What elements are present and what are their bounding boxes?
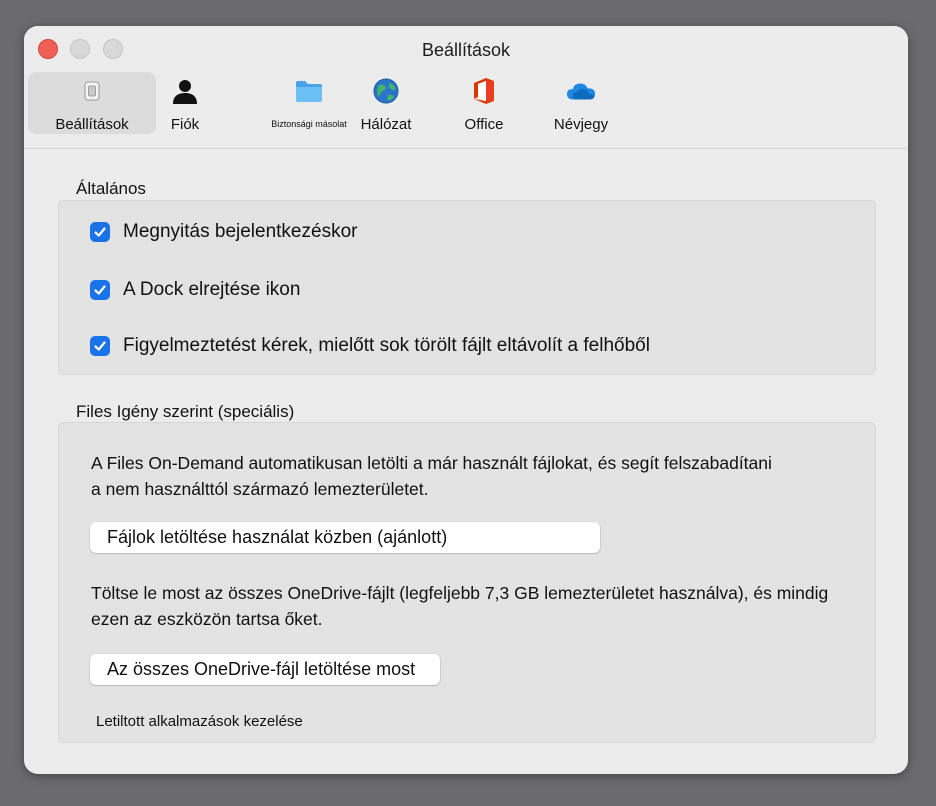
tab-label: Beállítások [55,116,129,133]
warn-before-delete-option[interactable]: Figyelmeztetést kérek, mielőtt sok töröl… [90,333,650,359]
tab-label: Hálózat [360,116,412,133]
download-while-using-button[interactable]: Fájlok letöltése használat közben (ajánl… [90,522,600,553]
checkmark-icon [94,227,106,237]
toolbar: Beállítások Beállítások Fiók Biztonsági … [24,26,908,149]
tab-settings[interactable]: Beállítások [28,72,156,134]
folder-icon [294,76,324,106]
window-title: Beállítások [421,40,511,60]
person-icon [170,76,200,106]
office-icon [469,76,499,106]
cloud-icon [566,76,596,106]
tab-label: Fiók [170,116,200,133]
hide-dock-icon-label: A Dock elrejtése ikon [123,279,301,300]
switch-icon [77,76,107,106]
tab-label: Névjegy [553,116,609,133]
tab-office[interactable]: Office [456,72,512,134]
preferences-window: Beállítások Beállítások Fiók Biztonsági … [24,26,908,774]
open-at-login-option[interactable]: Megnyitás bejelentkezéskor [90,219,357,245]
tab-backup[interactable]: Biztonsági másolat [264,72,354,134]
files-on-demand-description-line1: A Files On-Demand automatikusan letölti … [91,453,772,473]
download-all-description-line2: ezen az eszközön tartsa őket. [91,609,323,629]
download-all-description-line1: Töltse le most az összes OneDrive-fájlt … [91,583,829,603]
hide-dock-icon-checkbox[interactable] [90,280,110,300]
tab-account[interactable]: Fiók [164,72,206,134]
tab-network[interactable]: Hálózat [358,72,414,134]
hide-dock-icon-option[interactable]: A Dock elrejtése ikon [90,277,300,303]
open-at-login-checkbox[interactable] [90,222,110,242]
globe-icon [371,76,401,106]
tab-about[interactable]: Névjegy [546,72,616,134]
files-on-demand-description-line2: a nem használttól származó lemezterülete… [91,479,429,499]
checkmark-icon [94,285,106,295]
checkmark-icon [94,341,106,351]
manage-blocked-apps-link[interactable]: Letiltott alkalmazások kezelése [96,713,303,730]
general-heading: Általános [76,179,146,198]
download-all-now-button[interactable]: Az összes OneDrive-fájl letöltése most [90,654,440,685]
tab-label: Biztonsági másolat [271,119,347,129]
warn-before-delete-label: Figyelmeztetést kérek, mielőtt sok töröl… [123,335,650,356]
files-on-demand-heading: Files Igény szerint (speciális) [76,402,295,421]
tab-label: Office [464,116,504,133]
open-at-login-label: Megnyitás bejelentkezéskor [123,221,358,242]
warn-before-delete-checkbox[interactable] [90,336,110,356]
